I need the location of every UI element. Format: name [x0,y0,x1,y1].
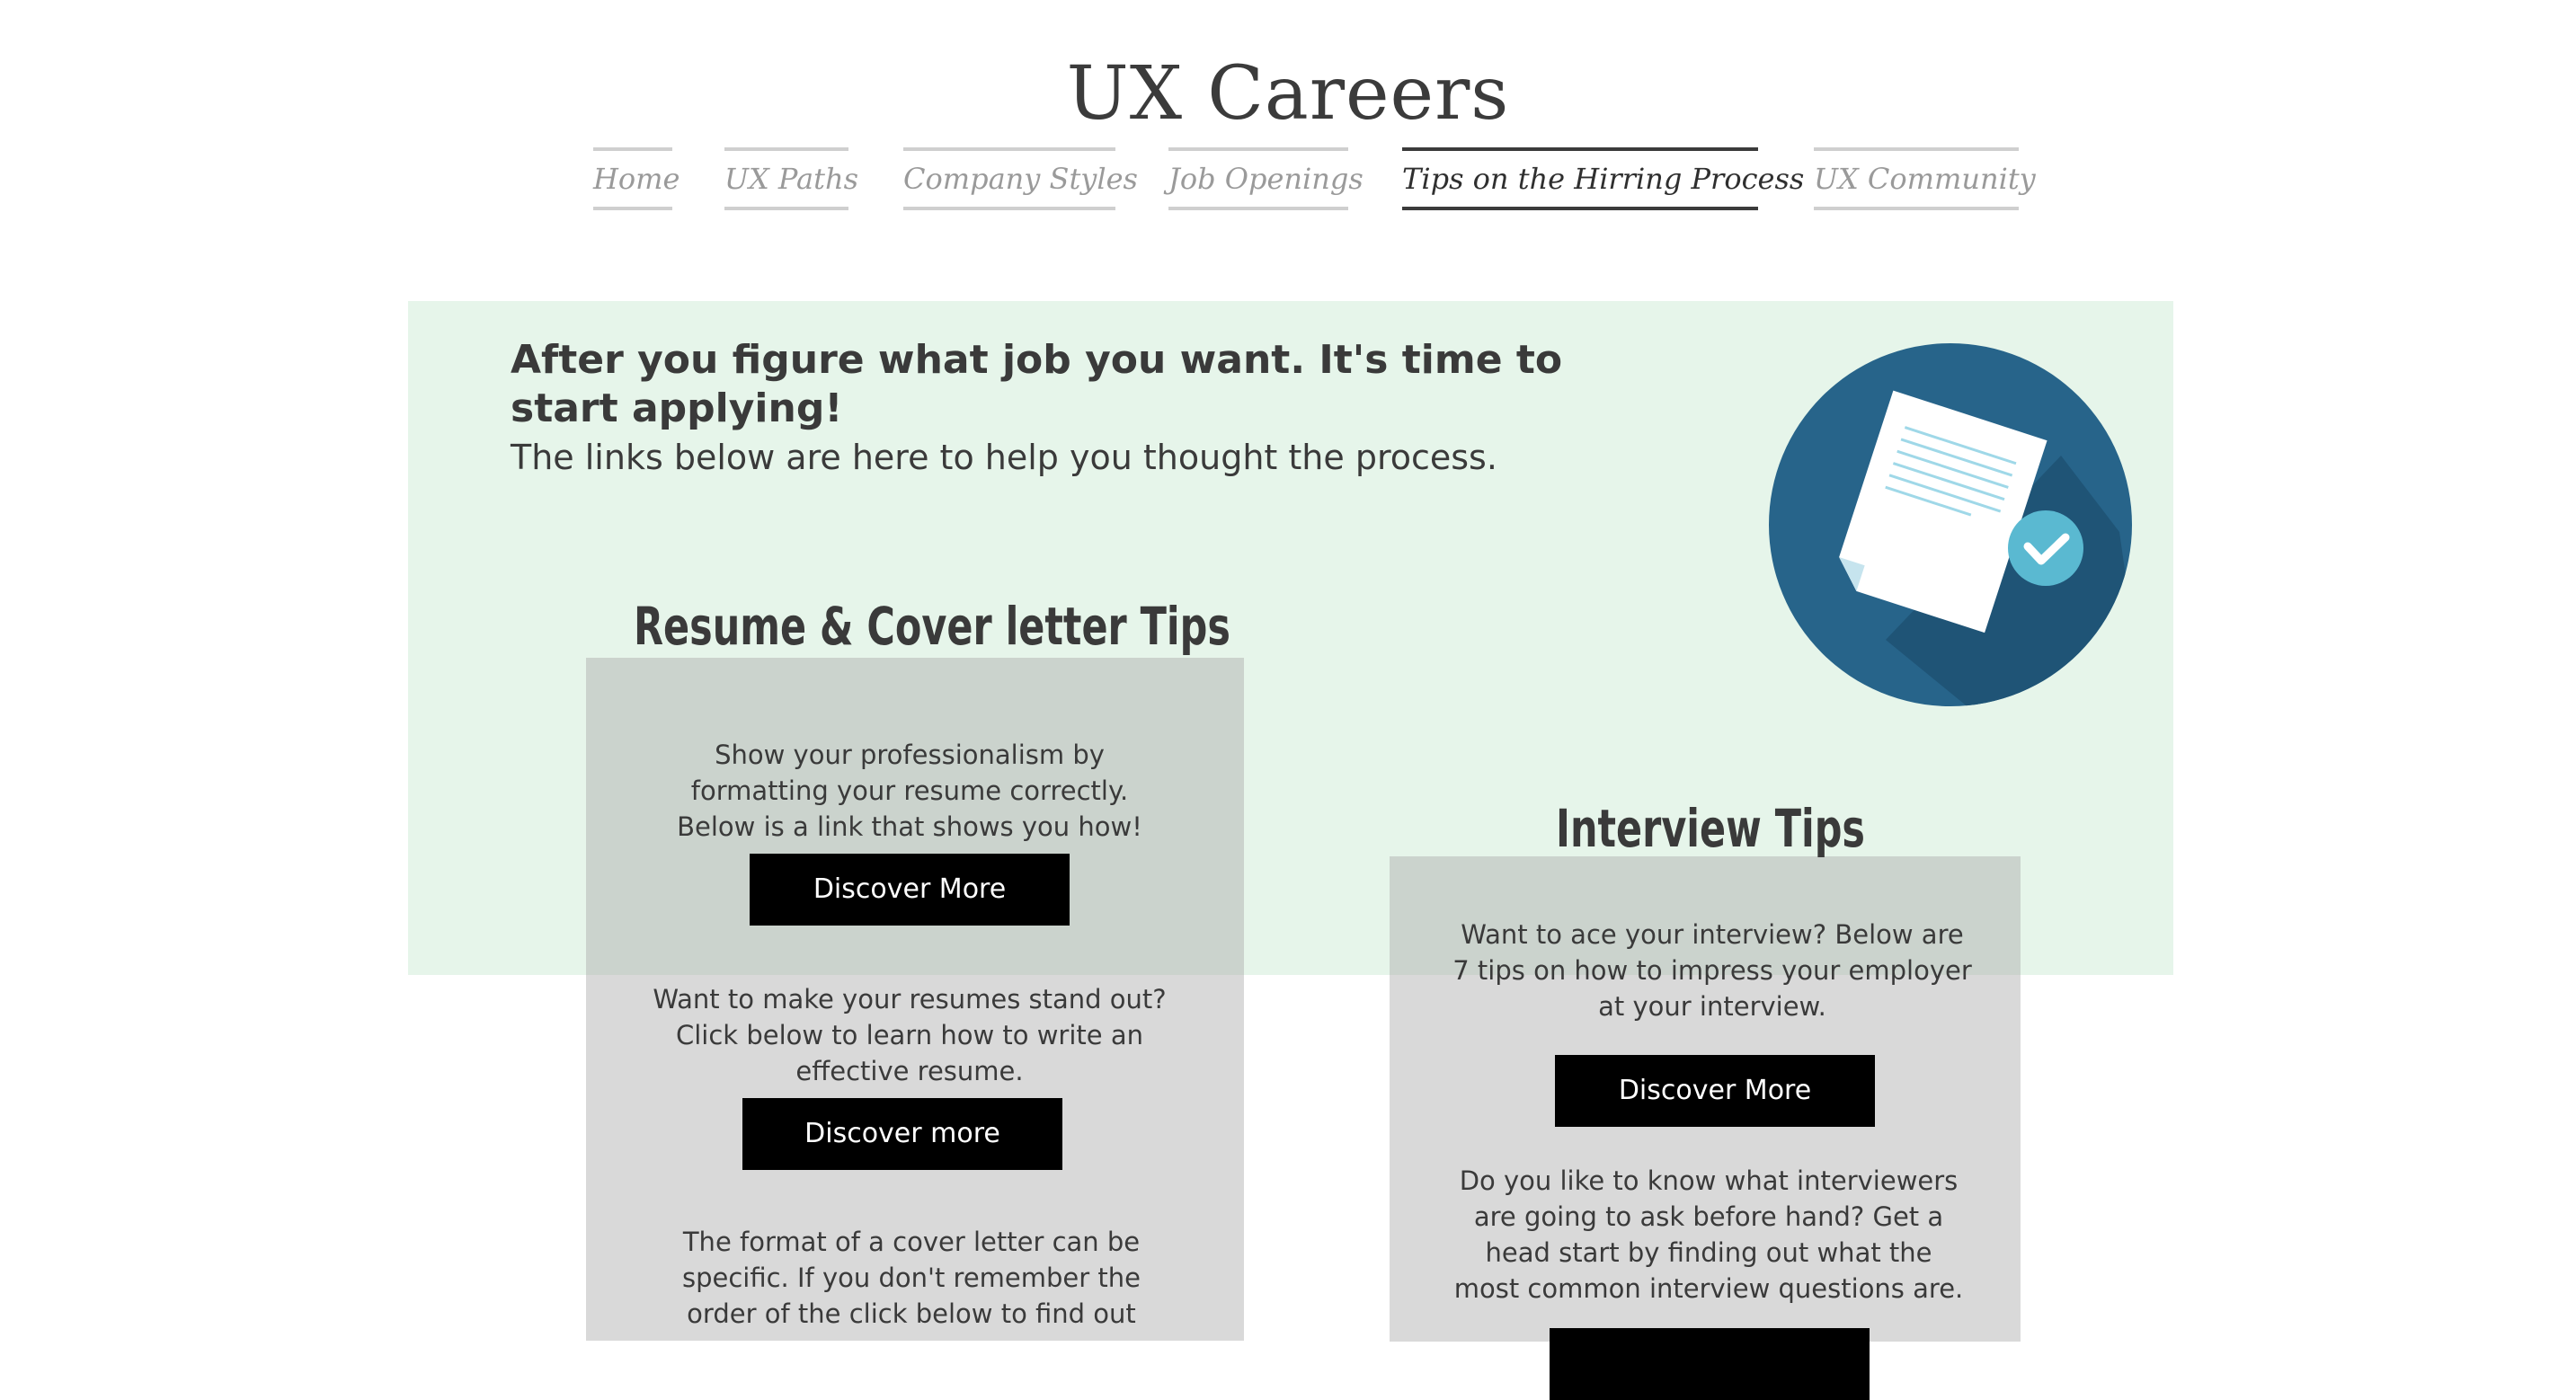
nav-item-job-openings[interactable]: Job Openings [1168,147,1364,210]
resume-standout-text: Want to make your resumes stand out? Cli… [653,984,1167,1086]
nav-item-company-styles[interactable]: Company Styles [903,147,1138,210]
nav-item-ux-paths[interactable]: UX Paths [724,147,858,210]
interview-ace-discover-button[interactable]: Discover More [1555,1055,1875,1127]
cover-letter-text: The format of a cover letter can be spec… [681,1227,1141,1329]
resume-tips-title: Resume & Cover letter Tips [634,596,1230,657]
nav-item-hiring-tips[interactable]: Tips on the Hirring Process [1402,147,1804,210]
resume-standout-discover-button[interactable]: Discover more [742,1098,1062,1170]
nav-item-home[interactable]: Home [593,147,680,210]
interview-ace-text: Want to ace your interview? Below are 7 … [1452,919,1972,1022]
interview-questions-text: Do you like to know what interviewers ar… [1453,1165,1964,1304]
resume-format-text: Show your professionalism by formatting … [677,740,1142,842]
hero-heading: After you figure what job you want. It's… [511,337,1563,431]
site-title: UX Careers [1066,51,1510,137]
interview-questions-discover-button[interactable] [1550,1328,1870,1400]
nav-item-ux-community[interactable]: UX Community [1814,147,2036,210]
resume-format-discover-button[interactable]: Discover More [750,854,1070,926]
interview-tips-title: Interview Tips [1556,798,1865,859]
main-nav: Home UX Paths Company Styles Job Opening… [0,147,2576,210]
hero-subheading: The links below are here to help you tho… [511,438,1497,477]
document-check-icon [1769,343,2132,706]
